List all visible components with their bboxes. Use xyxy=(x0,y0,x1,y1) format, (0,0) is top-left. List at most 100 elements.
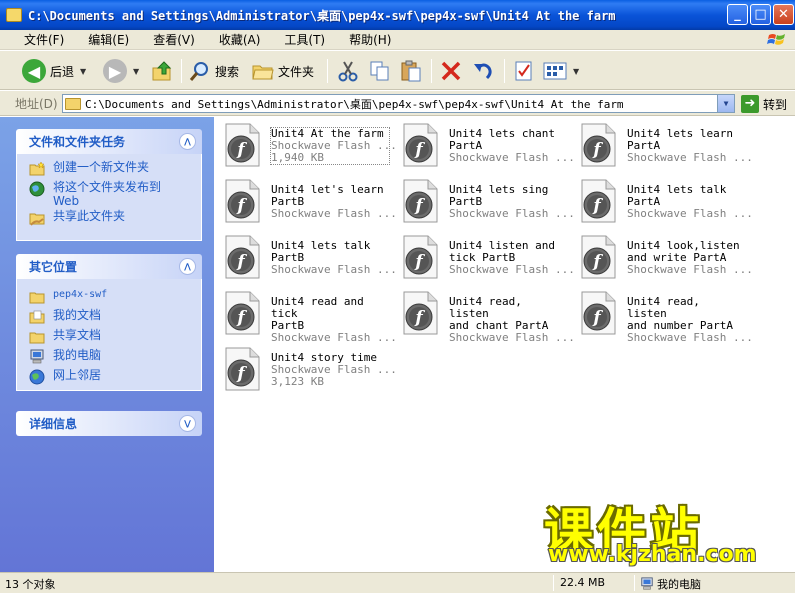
folder-icon xyxy=(65,97,81,110)
menu-tools[interactable]: 工具(T) xyxy=(276,31,333,48)
copy-icon xyxy=(370,61,389,81)
toolbar-separator xyxy=(504,59,505,83)
close-button[interactable]: ✕ xyxy=(773,4,794,25)
title-bar[interactable]: C:\Documents and Settings\Administrator\… xyxy=(0,0,795,30)
task-share-folder[interactable]: 共享此文件夹 xyxy=(29,209,201,229)
file-type: Shockwave Flash ... xyxy=(449,207,575,220)
file-type: Shockwave Flash ... xyxy=(627,151,753,164)
file-item[interactable]: f Unit4 At the farm Shockwave Flash ... … xyxy=(214,117,397,169)
undo-button[interactable] xyxy=(472,58,494,84)
status-separator xyxy=(553,575,554,591)
address-dropdown-icon[interactable]: ▼ xyxy=(717,95,734,112)
views-dropdown-icon[interactable]: ▼ xyxy=(573,67,579,76)
other-places-body: pep4x-swf 我的文档 共享文档 我的电脑 网上邻居 xyxy=(16,279,202,391)
collapse-chevron-icon[interactable]: ⋀ xyxy=(179,133,196,150)
my-computer-icon xyxy=(30,349,44,364)
file-tasks-header[interactable]: 文件和文件夹任务 ⋀ xyxy=(16,129,202,154)
flash-file-icon: f xyxy=(225,347,260,391)
other-places-header[interactable]: 其它位置 ⋀ xyxy=(16,254,202,279)
forward-dropdown-icon[interactable]: ▼ xyxy=(133,67,139,76)
place-label: pep4x-swf xyxy=(53,289,108,300)
file-item[interactable]: f Unit4 lets talk PartB Shockwave Flash … xyxy=(214,229,397,281)
file-item[interactable]: f Unit4 listen and tick PartB Shockwave … xyxy=(392,229,575,281)
menu-edit[interactable]: 编辑(E) xyxy=(80,31,137,48)
file-item[interactable]: f Unit4 lets learn PartA Shockwave Flash… xyxy=(570,117,753,169)
status-size: 22.4 MB xyxy=(560,576,606,589)
folders-button[interactable]: 文件夹 xyxy=(252,58,314,84)
file-item[interactable]: f Unit4 lets sing PartB Shockwave Flash … xyxy=(392,173,575,225)
task-new-folder[interactable]: 创建一个新文件夹 xyxy=(29,160,201,180)
go-label: 转到 xyxy=(763,97,788,112)
place-shared-documents[interactable]: 共享文档 xyxy=(29,328,201,348)
file-name: Unit4 look,listen and write PartA xyxy=(627,239,740,264)
menu-favorites[interactable]: 收藏(A) xyxy=(211,31,269,48)
task-label: 创建一个新文件夹 xyxy=(53,160,150,174)
collapse-chevron-icon[interactable]: ⋀ xyxy=(179,258,196,275)
search-label: 搜索 xyxy=(215,64,240,79)
file-item[interactable]: f Unit4 look,listen and write PartA Shoc… xyxy=(570,229,753,281)
place-pep4x-swf[interactable]: pep4x-swf xyxy=(29,288,201,308)
place-label: 我的电脑 xyxy=(53,348,102,362)
file-type: Shockwave Flash ... xyxy=(271,207,397,220)
file-item[interactable]: f Unit4 lets chant PartA Shockwave Flash… xyxy=(392,117,575,169)
cut-button[interactable] xyxy=(337,58,359,84)
delete-button[interactable] xyxy=(440,58,462,84)
share-folder-icon xyxy=(29,213,45,226)
back-button[interactable]: ◀ 后退 ▼ xyxy=(22,58,86,84)
paste-button[interactable] xyxy=(400,58,422,84)
menu-help[interactable]: 帮助(H) xyxy=(341,31,399,48)
status-location: 我的电脑 xyxy=(640,576,701,592)
place-my-computer[interactable]: 我的电脑 xyxy=(29,348,201,368)
place-network[interactable]: 网上邻居 xyxy=(29,368,201,388)
task-publish-web[interactable]: 将这个文件夹发布到 Web xyxy=(29,180,201,209)
task-label: 共享此文件夹 xyxy=(53,209,126,223)
new-folder-icon xyxy=(29,161,45,176)
copy-button[interactable] xyxy=(369,58,391,84)
delete-icon xyxy=(441,61,461,81)
flash-file-icon: f xyxy=(225,123,260,167)
address-input[interactable]: C:\Documents and Settings\Administrator\… xyxy=(62,94,735,113)
file-item[interactable]: f Unit4 story time Shockwave Flash ... 3… xyxy=(214,341,397,393)
forward-button[interactable]: ▶ ▼ xyxy=(103,58,139,84)
properties-button[interactable] xyxy=(513,58,535,84)
views-button[interactable]: ▼ xyxy=(543,58,579,84)
file-name: Unit4 lets sing PartB xyxy=(449,183,549,208)
flash-file-icon: f xyxy=(403,235,438,279)
file-item[interactable]: f Unit4 lets talk PartA Shockwave Flash … xyxy=(570,173,753,225)
status-location-label: 我的电脑 xyxy=(657,578,701,591)
file-type: Shockwave Flash ... xyxy=(449,331,575,344)
address-label: 地址(D) xyxy=(15,96,58,111)
scissors-icon xyxy=(338,61,358,82)
network-icon xyxy=(29,369,45,385)
back-dropdown-icon[interactable]: ▼ xyxy=(80,67,86,76)
flash-file-icon: f xyxy=(403,123,438,167)
minimize-button[interactable]: _ xyxy=(727,4,748,25)
file-item[interactable]: f Unit4 let's learn PartB Shockwave Flas… xyxy=(214,173,397,225)
file-name: Unit4 lets learn PartA xyxy=(627,127,733,152)
folders-label: 文件夹 xyxy=(278,64,315,79)
file-item[interactable]: f Unit4 read and tick PartB Shockwave Fl… xyxy=(214,285,397,344)
place-my-documents[interactable]: 我的文档 xyxy=(29,308,201,328)
file-item[interactable]: f Unit4 read, listen and chant PartA Sho… xyxy=(392,285,575,344)
file-name: Unit4 let's learn PartB xyxy=(271,183,384,208)
go-button[interactable]: ➜ 转到 xyxy=(741,95,787,113)
search-button[interactable]: 搜索 xyxy=(189,58,239,84)
file-name: Unit4 read, listen and number PartA xyxy=(627,295,733,332)
undo-icon xyxy=(474,63,492,80)
my-computer-icon xyxy=(641,577,653,590)
menu-view[interactable]: 查看(V) xyxy=(145,31,203,48)
file-item[interactable]: f Unit4 read, listen and number PartA Sh… xyxy=(570,285,753,344)
file-type: Shockwave Flash ... xyxy=(449,263,575,276)
flash-file-icon: f xyxy=(403,291,438,335)
up-folder-button[interactable] xyxy=(152,58,174,84)
details-header[interactable]: 详细信息 ⋁ xyxy=(16,411,202,436)
other-places-panel: 其它位置 ⋀ pep4x-swf 我的文档 共享文档 我的电脑 网上邻居 xyxy=(16,254,202,391)
flash-file-icon: f xyxy=(225,179,260,223)
maximize-button[interactable]: □ xyxy=(750,4,771,25)
folder-icon xyxy=(6,8,22,22)
address-path[interactable]: C:\Documents and Settings\Administrator\… xyxy=(85,96,624,112)
watermark: 课件站 www.kjzhan.com xyxy=(544,492,776,570)
menu-file[interactable]: 文件(F) xyxy=(16,31,72,48)
watermark-url: www.kjzhan.com xyxy=(548,542,757,567)
expand-chevron-icon[interactable]: ⋁ xyxy=(179,415,196,432)
